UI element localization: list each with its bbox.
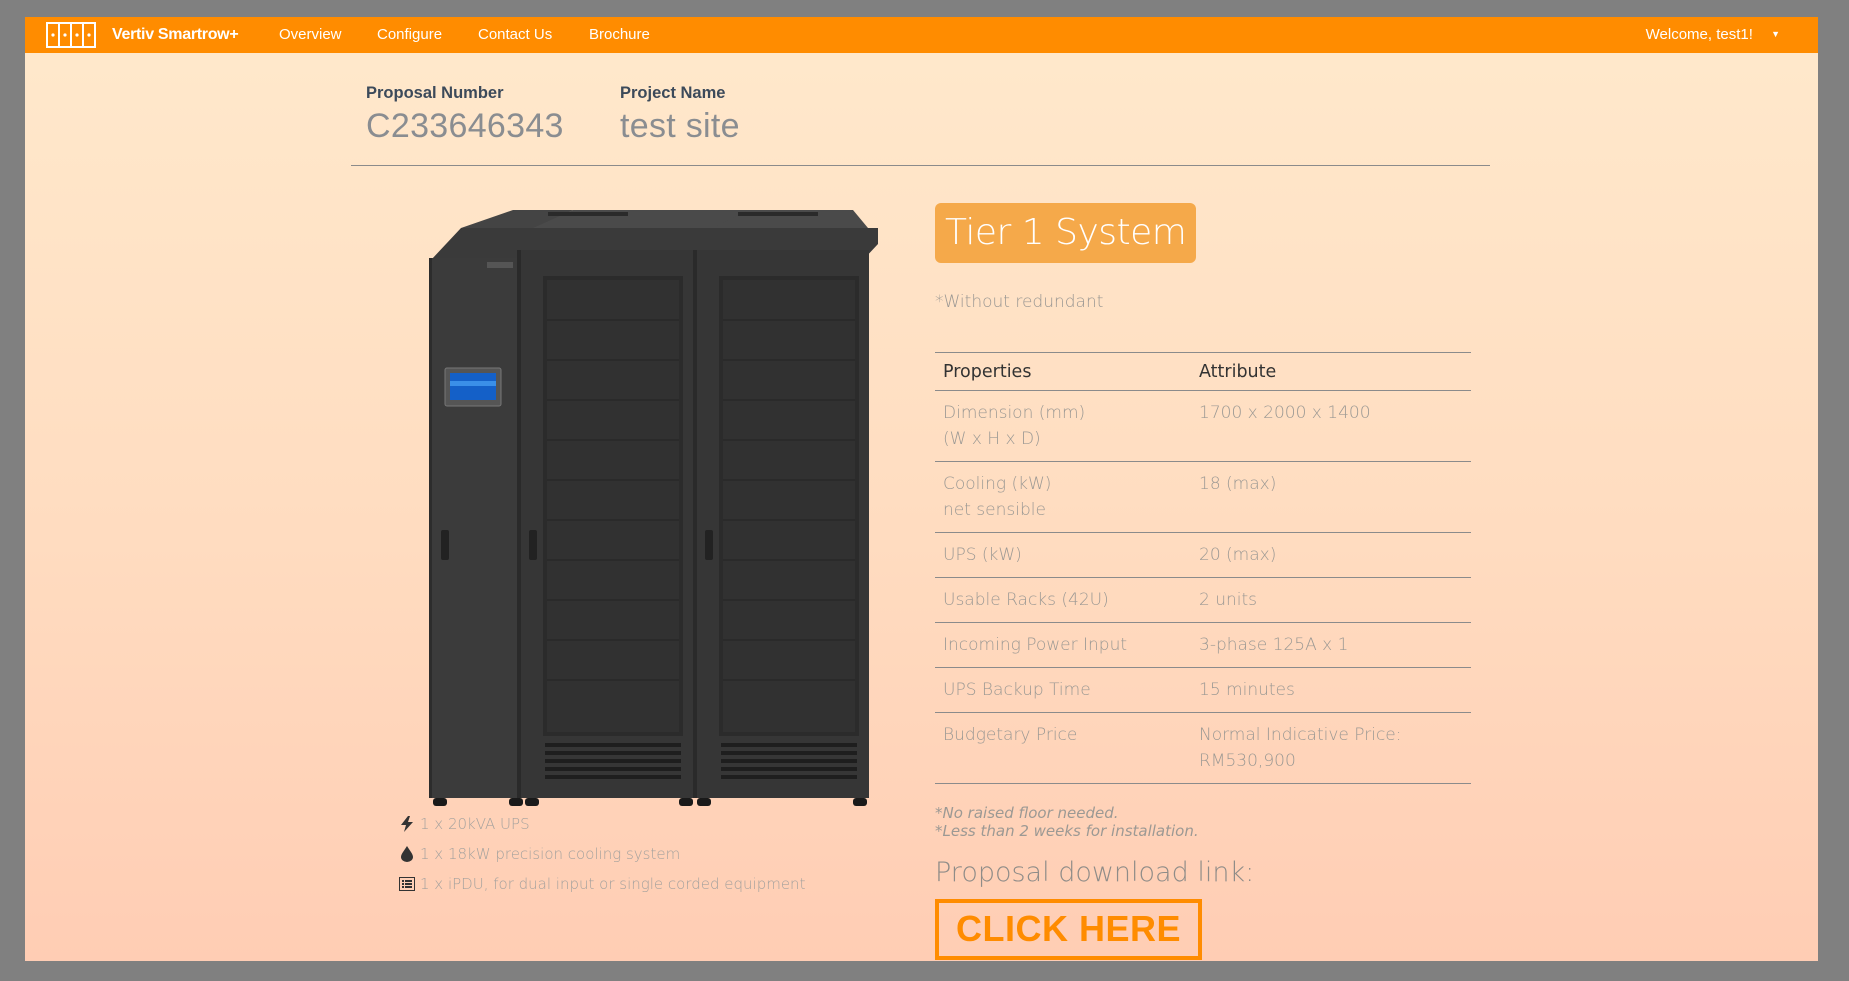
attribute-cell: 3-phase 125A x 1: [1191, 622, 1471, 668]
proposal-number-value: C233646343: [366, 107, 564, 145]
feature-text: 1 x 20kVA UPS: [420, 815, 530, 833]
note-item: *Less than 2 weeks for installation.: [935, 822, 1199, 840]
list-icon: [398, 875, 416, 893]
caret-down-icon: ▼: [1771, 29, 1780, 39]
attribute-cell: 2 units: [1191, 577, 1471, 623]
table-header-row: Properties Attribute: [935, 352, 1471, 391]
header-properties: Properties: [935, 352, 1191, 391]
table-row: UPS (kW) 20 (max): [935, 532, 1471, 578]
feature-list: 1 x 20kVA UPS 1 x 18kW precision cooling…: [398, 809, 805, 899]
table-row: Incoming Power Input 3-phase 125A x 1: [935, 622, 1471, 668]
download-label: Proposal download link:: [935, 857, 1255, 888]
brand-link[interactable]: Vertiv Smartrow+: [112, 26, 239, 44]
project-name-label: Project Name: [620, 84, 726, 102]
tier-title-badge: Tier 1 System: [935, 203, 1197, 263]
nav-brochure[interactable]: Brochure: [589, 26, 650, 43]
property-cell: Usable Racks (42U): [935, 577, 1191, 623]
rack-logo-icon[interactable]: [46, 21, 96, 49]
feature-item: 1 x 18kW precision cooling system: [398, 839, 805, 869]
click-here-button[interactable]: CLICK HERE: [935, 899, 1203, 960]
table-row: UPS Backup Time 15 minutes: [935, 667, 1471, 713]
smartrow-cabinet-image: [429, 210, 878, 806]
droplet-icon: [398, 845, 416, 863]
user-menu[interactable]: Welcome, test1! ▼: [1646, 26, 1780, 43]
feature-text: 1 x 18kW precision cooling system: [420, 845, 681, 863]
feature-text: 1 x iPDU, for dual input or single corde…: [420, 875, 806, 893]
table-row: Dimension (mm) (W x H x D) 1700 x 2000 x …: [935, 390, 1471, 462]
header-divider: [351, 165, 1490, 166]
proposal-number-label: Proposal Number: [366, 84, 504, 102]
property-cell: Budgetary Price: [935, 712, 1191, 784]
property-cell: UPS (kW): [935, 532, 1191, 578]
table-row: Budgetary Price Normal Indicative Price: …: [935, 712, 1471, 784]
attribute-cell: 1700 x 2000 x 1400: [1191, 390, 1471, 462]
top-navbar: Vertiv Smartrow+ Overview Configure Cont…: [25, 17, 1818, 53]
tier-note: *Without redundant: [935, 292, 1104, 312]
proposal-number-block: Proposal Number C233646343: [366, 84, 564, 146]
bolt-icon: [398, 815, 416, 833]
table-row: Cooling (kW) net sensible 18 (max): [935, 461, 1471, 533]
property-cell: Cooling (kW) net sensible: [935, 461, 1191, 533]
property-cell: UPS Backup Time: [935, 667, 1191, 713]
install-notes: *No raised floor needed. *Less than 2 we…: [935, 804, 1199, 840]
properties-table: Properties Attribute Dimension (mm) (W x…: [935, 352, 1471, 784]
table-row: Usable Racks (42U) 2 units: [935, 577, 1471, 623]
nav-contact-us[interactable]: Contact Us: [478, 26, 552, 43]
header-attribute: Attribute: [1191, 352, 1471, 391]
page-frame: Vertiv Smartrow+ Overview Configure Cont…: [25, 17, 1818, 961]
property-cell: Incoming Power Input: [935, 622, 1191, 668]
welcome-text: Welcome, test1!: [1645, 26, 1753, 43]
attribute-cell: 18 (max): [1191, 461, 1471, 533]
feature-item: 1 x 20kVA UPS: [398, 809, 805, 839]
property-cell: Dimension (mm) (W x H x D): [935, 390, 1191, 462]
feature-item: 1 x iPDU, for dual input or single corde…: [398, 869, 805, 899]
nav-configure[interactable]: Configure: [377, 26, 442, 43]
attribute-cell: 15 minutes: [1191, 667, 1471, 713]
project-name-block: Project Name test site: [620, 84, 740, 146]
note-item: *No raised floor needed.: [935, 804, 1119, 822]
nav-overview[interactable]: Overview: [279, 26, 342, 43]
project-name-value: test site: [620, 107, 740, 145]
attribute-cell: Normal Indicative Price: RM530,900: [1191, 712, 1471, 784]
attribute-cell: 20 (max): [1191, 532, 1471, 578]
